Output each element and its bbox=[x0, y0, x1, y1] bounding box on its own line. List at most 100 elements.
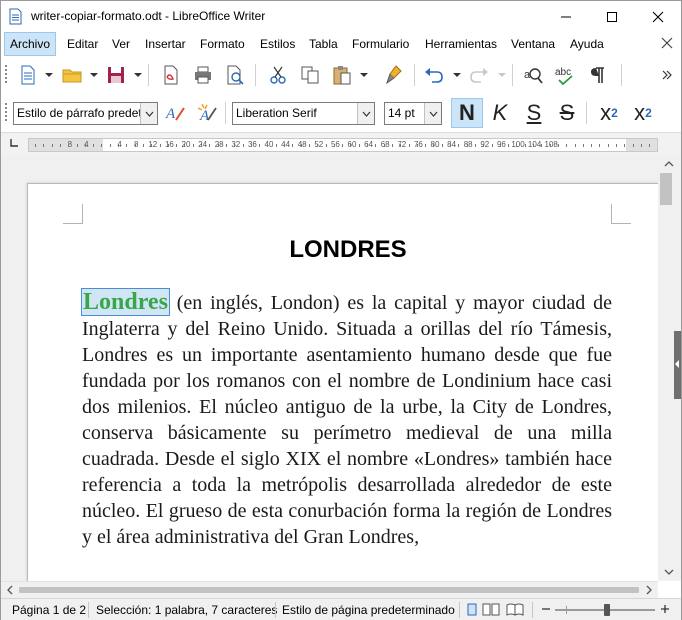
scroll-up-icon[interactable] bbox=[662, 157, 676, 171]
zoom-in-icon[interactable] bbox=[660, 604, 670, 614]
chevron-down-icon[interactable] bbox=[140, 103, 157, 124]
ruler-tick bbox=[524, 144, 526, 147]
print-button[interactable] bbox=[190, 62, 216, 88]
horizontal-scroll-thumb[interactable] bbox=[19, 587, 639, 593]
chevron-down-icon[interactable] bbox=[90, 70, 98, 80]
status-word-count[interactable]: Selección: 1 palabra, 7 caracteres bbox=[96, 603, 277, 617]
open-button[interactable] bbox=[59, 62, 85, 88]
chevron-down-icon[interactable] bbox=[357, 103, 374, 124]
font-size-combobox[interactable]: 14 pt bbox=[384, 102, 442, 125]
chevron-down-icon[interactable] bbox=[424, 103, 441, 124]
redo-button[interactable] bbox=[466, 62, 492, 88]
undo-button[interactable] bbox=[421, 62, 447, 88]
horizontal-ruler[interactable]: 8 4 4 8 12 16 20 24 28 32 36 40 44 48 52 56 60 64 68 72 76 80… bbox=[28, 138, 658, 152]
new-document-button[interactable] bbox=[15, 62, 41, 88]
window-title: writer-copiar-formato.odt - LibreOffice … bbox=[31, 9, 266, 23]
status-page-number[interactable]: Página 1 de 2 bbox=[12, 603, 86, 617]
chevron-down-icon[interactable] bbox=[134, 70, 142, 80]
export-pdf-button[interactable] bbox=[158, 62, 184, 88]
book-view-icon[interactable] bbox=[506, 603, 524, 616]
update-style-button[interactable]: A bbox=[162, 100, 188, 126]
strikethrough-button[interactable]: S bbox=[551, 98, 583, 128]
writer-document-icon bbox=[9, 8, 22, 25]
toolbar-grip[interactable] bbox=[4, 63, 8, 87]
formatting-marks-button[interactable] bbox=[585, 62, 611, 88]
cut-button[interactable] bbox=[265, 62, 291, 88]
multi-page-view-icon[interactable] bbox=[482, 603, 500, 616]
ruler-number: 104 bbox=[527, 140, 542, 149]
save-button[interactable] bbox=[103, 62, 129, 88]
ruler-tick bbox=[308, 144, 310, 147]
new-style-button[interactable]: A bbox=[194, 100, 220, 126]
ruler-number: 68 bbox=[380, 140, 390, 149]
ruler-tick bbox=[616, 144, 617, 147]
bold-button[interactable]: N bbox=[451, 98, 483, 128]
subscript-button[interactable]: x2 bbox=[627, 98, 659, 128]
copy-button[interactable] bbox=[297, 62, 323, 88]
menu-ver[interactable]: Ver bbox=[107, 32, 135, 56]
menu-tabla[interactable]: Tabla bbox=[304, 32, 343, 56]
close-window-button[interactable] bbox=[635, 1, 681, 32]
paste-button[interactable] bbox=[329, 62, 355, 88]
scroll-down-icon[interactable] bbox=[662, 565, 676, 579]
document-page[interactable]: LONDRES Londres (en inglés, London) es l… bbox=[27, 183, 658, 581]
ruler-tick bbox=[557, 144, 559, 147]
zoom-out-icon[interactable] bbox=[541, 604, 551, 614]
chevron-down-icon[interactable] bbox=[45, 70, 53, 80]
tab-stop-icon[interactable] bbox=[10, 139, 18, 147]
ruler-tick bbox=[76, 144, 78, 147]
document-canvas[interactable]: LONDRES Londres (en inglés, London) es l… bbox=[1, 155, 658, 581]
menu-formulario[interactable]: Formulario bbox=[347, 32, 414, 56]
ruler-tick bbox=[118, 144, 119, 147]
new-style-icon: A bbox=[197, 103, 217, 124]
font-name-combobox[interactable]: Liberation Serif bbox=[232, 102, 375, 125]
print-preview-button[interactable] bbox=[222, 62, 248, 88]
chevron-down-icon[interactable] bbox=[498, 70, 506, 80]
menu-ayuda[interactable]: Ayuda bbox=[565, 32, 609, 56]
minimize-button[interactable] bbox=[543, 1, 589, 32]
ruler-number: 24 bbox=[198, 140, 208, 149]
superscript-button[interactable]: x2 bbox=[593, 98, 625, 128]
ruler-tick bbox=[599, 144, 601, 147]
vertical-scroll-thumb[interactable] bbox=[660, 173, 672, 205]
formatting-marks-icon bbox=[591, 67, 604, 83]
status-page-style[interactable]: Estilo de página predeterminado bbox=[282, 603, 455, 617]
italic-button[interactable]: K bbox=[484, 98, 516, 128]
selected-word[interactable]: Londres bbox=[81, 288, 170, 316]
menu-formato[interactable]: Formato bbox=[195, 32, 250, 56]
menu-herramientas[interactable]: Herramientas bbox=[420, 32, 502, 56]
menu-insertar[interactable]: Insertar bbox=[140, 32, 191, 56]
document-heading[interactable]: LONDRES bbox=[84, 236, 612, 264]
chevron-down-icon[interactable] bbox=[360, 70, 368, 80]
maximize-button[interactable] bbox=[589, 1, 635, 32]
subscript-label: x bbox=[634, 100, 646, 125]
document-paragraph[interactable]: Londres (en inglés, London) es la capita… bbox=[81, 288, 612, 550]
vertical-scrollbar[interactable] bbox=[658, 155, 681, 581]
zoom-slider-thumb[interactable] bbox=[604, 604, 610, 616]
scroll-right-icon[interactable] bbox=[642, 583, 656, 597]
toolbar-grip[interactable] bbox=[4, 101, 8, 125]
spelling-button[interactable]: abc bbox=[552, 62, 578, 88]
find-replace-button[interactable]: a bbox=[520, 62, 546, 88]
ruler-tick bbox=[474, 144, 476, 147]
chevron-down-icon[interactable] bbox=[453, 70, 461, 80]
ruler-tick bbox=[483, 144, 485, 147]
menu-estilos[interactable]: Estilos bbox=[255, 32, 300, 56]
close-document-icon[interactable] bbox=[661, 37, 673, 49]
underline-button[interactable]: S bbox=[518, 98, 550, 128]
more-tools-icon[interactable] bbox=[661, 69, 673, 81]
clone-formatting-button[interactable] bbox=[382, 62, 408, 88]
ruler-tick bbox=[508, 144, 510, 147]
menu-bar: Archivo Editar Ver Insertar Formato Esti… bbox=[1, 32, 681, 56]
menu-archivo[interactable]: Archivo bbox=[4, 32, 57, 56]
horizontal-scrollbar[interactable] bbox=[1, 581, 658, 598]
ruler-tick bbox=[259, 144, 261, 147]
menu-ventana[interactable]: Ventana bbox=[506, 32, 560, 56]
ruler-tick bbox=[358, 144, 360, 147]
export-pdf-icon bbox=[164, 65, 178, 85]
menu-editar[interactable]: Editar bbox=[62, 32, 103, 56]
single-page-view-icon[interactable] bbox=[466, 603, 478, 616]
paragraph-style-combobox[interactable]: Estilo de párrafo predet bbox=[13, 102, 158, 125]
scroll-left-icon[interactable] bbox=[3, 583, 17, 597]
ruler-tick bbox=[441, 144, 443, 147]
